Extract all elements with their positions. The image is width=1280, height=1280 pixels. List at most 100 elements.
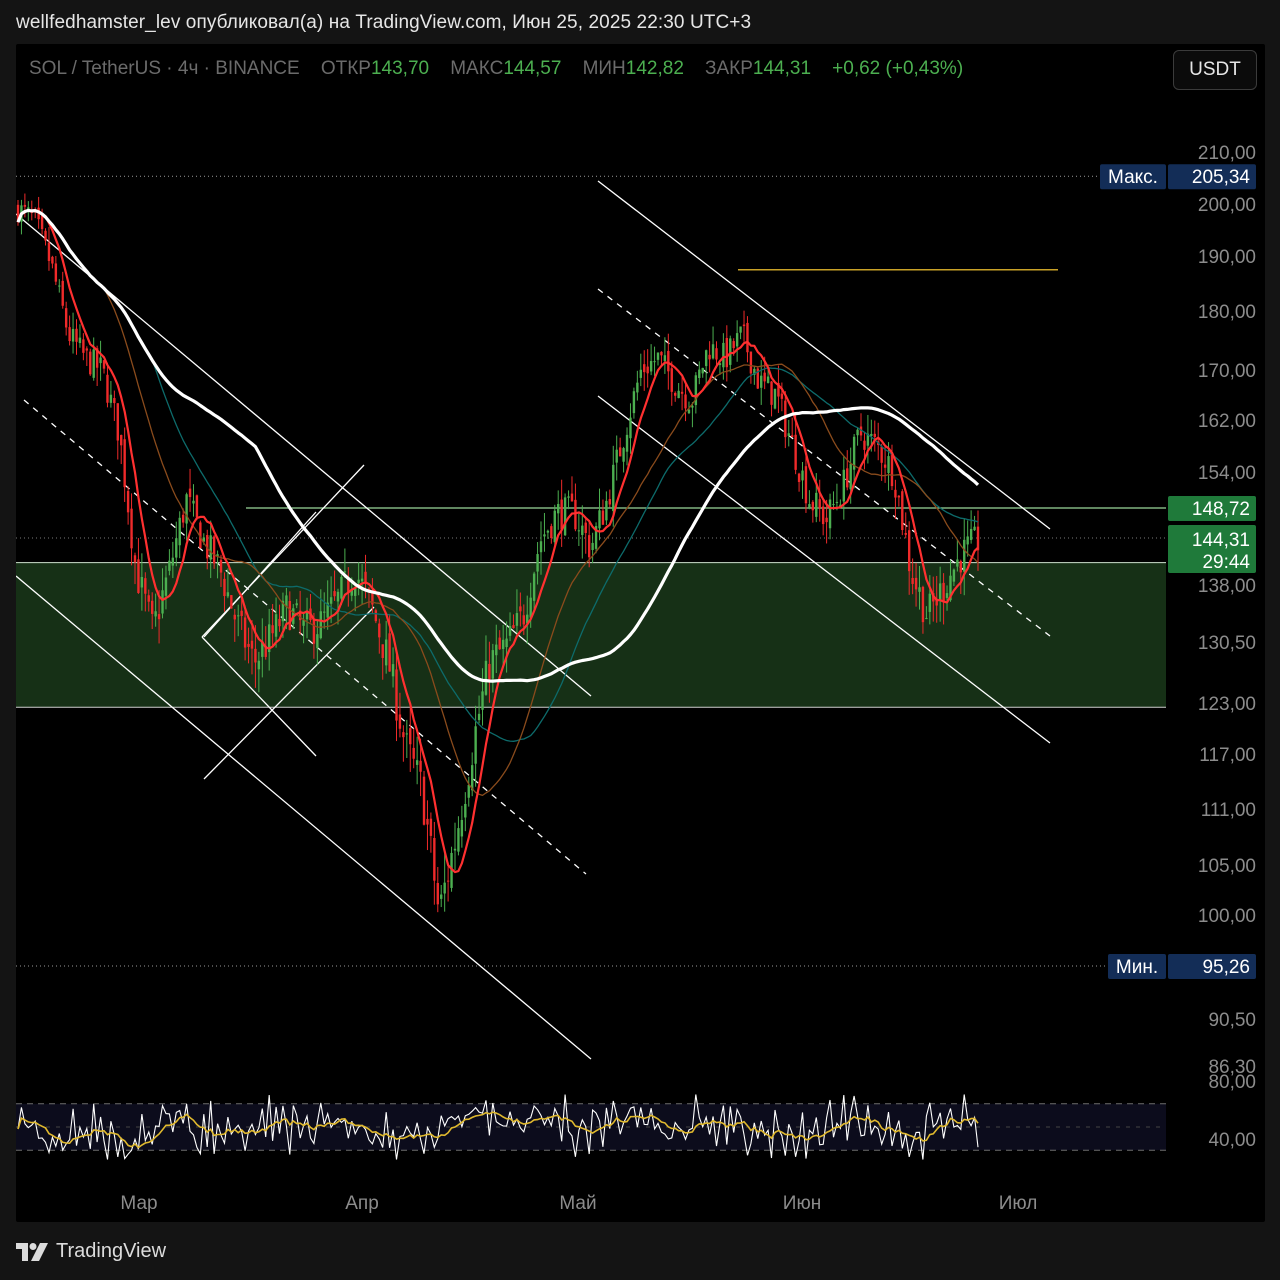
candle bbox=[749, 351, 753, 384]
candle bbox=[821, 498, 825, 536]
price-axis-label: 90,50 bbox=[1208, 1010, 1256, 1031]
candle bbox=[567, 490, 570, 510]
candle-body bbox=[973, 526, 976, 531]
candle-body bbox=[770, 381, 773, 405]
bar-countdown: 29:44 bbox=[1202, 552, 1250, 573]
candle-body bbox=[897, 495, 901, 498]
candle bbox=[374, 608, 378, 624]
candle-body bbox=[790, 435, 794, 437]
candle-body bbox=[61, 280, 64, 306]
candle-body bbox=[147, 595, 150, 602]
time-axis-label: Июн bbox=[783, 1193, 821, 1214]
candle bbox=[605, 491, 608, 525]
candle-body bbox=[178, 517, 181, 546]
candle-body bbox=[880, 446, 883, 463]
candle bbox=[894, 479, 897, 520]
candle bbox=[405, 719, 409, 759]
candle bbox=[467, 776, 470, 807]
candle-body bbox=[670, 368, 673, 392]
candle bbox=[773, 388, 777, 410]
candle bbox=[460, 805, 464, 848]
candle-body bbox=[51, 256, 54, 264]
candle-body bbox=[643, 364, 646, 373]
candle-body bbox=[959, 561, 962, 573]
candle bbox=[677, 383, 680, 399]
candle-body bbox=[501, 639, 505, 649]
candle-body bbox=[175, 538, 178, 558]
candle-body bbox=[82, 339, 85, 353]
candle bbox=[123, 427, 126, 502]
candle-body bbox=[918, 587, 921, 592]
candle bbox=[808, 490, 811, 510]
currency-button[interactable]: USDT bbox=[1173, 50, 1257, 90]
candle bbox=[694, 372, 698, 414]
candle-body bbox=[295, 603, 298, 606]
candle-body bbox=[254, 648, 257, 663]
candle-body bbox=[161, 590, 164, 614]
candle bbox=[842, 456, 846, 520]
candle bbox=[901, 489, 904, 536]
candle-body bbox=[185, 494, 188, 524]
candle bbox=[543, 512, 546, 552]
candle-body bbox=[660, 351, 663, 356]
time-axis-label: Июл bbox=[999, 1193, 1038, 1214]
candle-body bbox=[715, 348, 718, 360]
candle-body bbox=[780, 393, 784, 399]
candle-body bbox=[646, 366, 649, 374]
candle bbox=[701, 367, 704, 378]
candle-body bbox=[794, 434, 797, 470]
price-axis-label: 210,00 bbox=[1198, 143, 1256, 164]
price-axis-label: 162,00 bbox=[1198, 411, 1256, 432]
candle bbox=[656, 352, 660, 366]
candle-body bbox=[181, 514, 185, 523]
candle bbox=[453, 822, 457, 871]
candle bbox=[639, 353, 642, 387]
candle-body bbox=[398, 714, 402, 729]
candle-body bbox=[543, 534, 546, 537]
candle-body bbox=[563, 497, 567, 536]
badge-value: 95,26 bbox=[1202, 957, 1250, 978]
candle-body bbox=[467, 784, 470, 798]
candle-body bbox=[818, 499, 821, 509]
candle bbox=[643, 350, 646, 391]
time-axis-label: Мар bbox=[120, 1193, 157, 1214]
chart-canvas[interactable]: 210,00 200,00 190,00 180,00 170,00 162,00 154,… bbox=[16, 44, 1265, 1222]
candle-body bbox=[120, 435, 123, 446]
candle bbox=[120, 434, 123, 465]
time-axis-label: Апр bbox=[345, 1193, 379, 1214]
candle bbox=[61, 271, 64, 309]
candle-body bbox=[419, 760, 422, 772]
candle-body bbox=[622, 448, 625, 462]
candle bbox=[735, 320, 739, 362]
candle bbox=[680, 375, 684, 411]
close-value: 144,31 bbox=[752, 58, 812, 79]
candle-body bbox=[804, 466, 808, 504]
lowest-badge: Мин. 95,26 bbox=[1108, 954, 1256, 979]
candle-body bbox=[729, 338, 732, 365]
candle-body bbox=[230, 595, 233, 609]
candle bbox=[563, 493, 567, 537]
candle-body bbox=[667, 350, 670, 372]
candle-body bbox=[698, 369, 701, 378]
candle-body bbox=[426, 818, 429, 825]
candle-body bbox=[240, 610, 243, 617]
footer-brand: TradingView bbox=[56, 1240, 167, 1262]
candle-body bbox=[742, 324, 746, 327]
candle-body bbox=[498, 637, 501, 650]
candle-body bbox=[787, 433, 790, 436]
candle-body bbox=[649, 361, 653, 372]
candle bbox=[742, 310, 746, 342]
candle-body bbox=[828, 499, 832, 529]
candle bbox=[457, 816, 460, 856]
candle bbox=[71, 312, 75, 354]
candle-body bbox=[870, 433, 873, 436]
current-price-value: 144,31 bbox=[1192, 530, 1250, 551]
candle-body bbox=[484, 660, 488, 695]
chart-frame[interactable]: 210,00 200,00 190,00 180,00 170,00 162,00 154,… bbox=[16, 44, 1265, 1222]
candle bbox=[412, 728, 415, 769]
candle bbox=[753, 365, 756, 385]
candle bbox=[106, 362, 109, 408]
candle-body bbox=[725, 337, 729, 368]
candle-body bbox=[574, 499, 577, 530]
candle bbox=[436, 867, 439, 913]
